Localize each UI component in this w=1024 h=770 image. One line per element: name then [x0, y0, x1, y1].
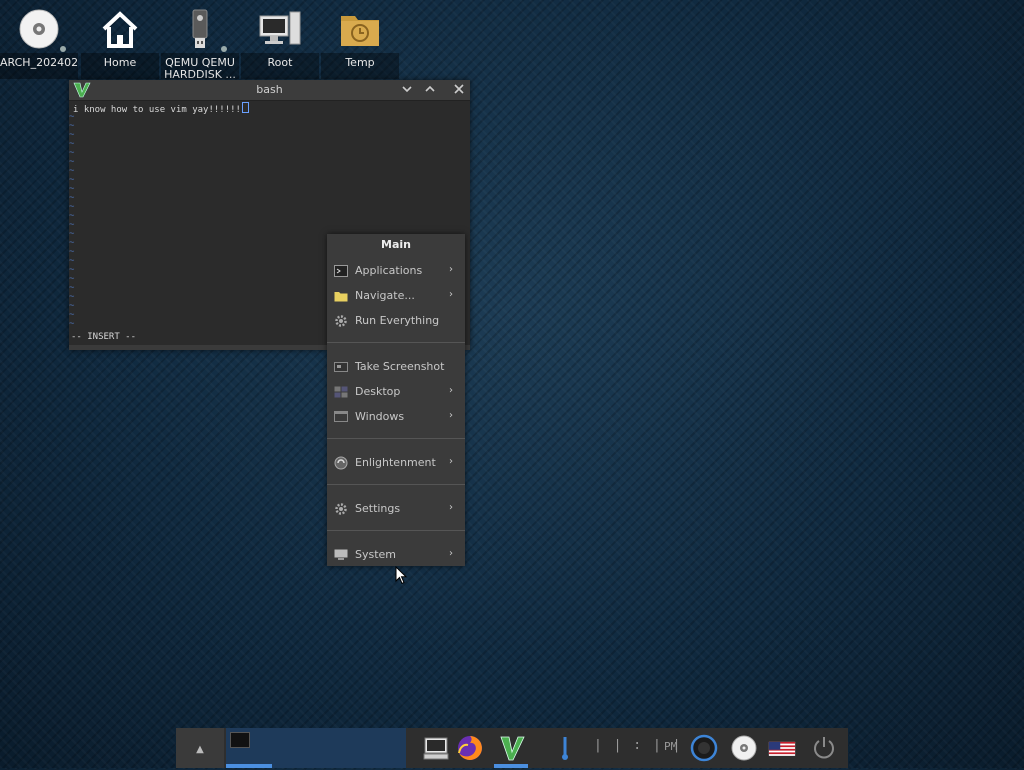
chevron-up-icon: ▲ — [196, 744, 204, 755]
menu-item-applications[interactable]: Applications › — [327, 260, 465, 282]
vim-launcher-icon[interactable] — [498, 734, 526, 762]
us-flag-keyboard-layout-icon[interactable] — [768, 734, 796, 762]
desktop-icon-root[interactable]: Root — [241, 0, 319, 80]
menu-separator — [327, 438, 465, 439]
text-cursor — [241, 102, 249, 113]
screenshot-icon — [334, 362, 348, 372]
window-close-button[interactable] — [451, 82, 467, 98]
menu-item-label: Navigate... — [355, 289, 415, 302]
submenu-arrow-icon: › — [449, 548, 453, 559]
desktop-icon-temp[interactable]: Temp — [321, 0, 399, 80]
menu-item-desktop[interactable]: Desktop › — [327, 381, 465, 403]
menu-item-take-screenshot[interactable]: Take Screenshot — [327, 356, 465, 378]
power-icon[interactable] — [810, 734, 838, 762]
menu-item-label: Take Screenshot — [355, 360, 445, 373]
volume-slider-icon[interactable] — [551, 734, 579, 762]
temp-folder-icon — [341, 16, 379, 46]
desktop-icon-qemu-harddisk[interactable]: QEMU QEMU HARDDISK ... — [161, 0, 239, 80]
desktop-icon-label: Temp — [321, 53, 399, 79]
desktop-icon-label: ARCH_202402 — [0, 53, 78, 79]
desktop-icon-home[interactable]: Home — [81, 0, 159, 80]
menu-item-windows[interactable]: Windows › — [327, 406, 465, 428]
submenu-arrow-icon: › — [449, 264, 453, 275]
terminal-launcher-icon[interactable] — [422, 734, 450, 762]
menu-separator — [327, 484, 465, 485]
menu-item-run-everything[interactable]: Run Everything — [327, 310, 465, 332]
chevron-up-icon — [425, 85, 435, 92]
desktop-icon-label: QEMU QEMU HARDDISK ... — [161, 53, 239, 79]
clock-ampm: PM — [664, 740, 678, 753]
menu-item-label: Enlightenment — [355, 456, 436, 469]
menu-item-label: Run Everything — [355, 314, 440, 327]
menu-item-settings[interactable]: Settings › — [327, 498, 465, 520]
gear-icon — [335, 315, 347, 327]
desktop-icon-label: Root — [241, 53, 319, 79]
desktop-icon — [334, 386, 348, 398]
window-titlebar[interactable]: bash — [69, 80, 470, 101]
vim-text: i know how to use vim yay!!!!!! — [73, 105, 241, 115]
home-icon — [102, 11, 138, 48]
window-dropdown-button[interactable] — [399, 82, 415, 98]
gear-icon — [335, 503, 347, 515]
menu-item-system[interactable]: System › — [327, 544, 465, 566]
menu-item-label: Applications — [355, 264, 423, 277]
vim-text-line: i know how to use vim yay!!!!!! — [73, 102, 249, 115]
main-menu[interactable]: Main Applications › Navigate... › Run Ev… — [327, 234, 465, 566]
enlightenment-icon — [334, 456, 348, 470]
menu-separator — [327, 530, 465, 531]
menu-item-label: System — [355, 548, 397, 561]
active-window-indicator — [226, 764, 272, 768]
chevron-down-icon — [402, 86, 412, 93]
menu-item-label: Windows — [355, 410, 405, 423]
window-thumbnail — [230, 732, 250, 748]
computer-icon — [259, 11, 301, 45]
menu-item-navigate[interactable]: Navigate... › — [327, 285, 465, 307]
windows-icon — [334, 411, 348, 422]
close-icon — [454, 84, 464, 94]
menu-title: Main — [381, 238, 411, 251]
vim-tilde: ~ — [69, 319, 75, 329]
disc-icon[interactable] — [730, 734, 758, 762]
desktop-icon-arch[interactable]: ARCH_202402 — [0, 0, 78, 80]
taskbar: ▲ | | : | | PM — [176, 728, 848, 768]
monitor-icon — [334, 549, 348, 560]
mounted-indicator — [221, 46, 227, 52]
desktop-icon-label: Home — [81, 53, 159, 79]
submenu-arrow-icon: › — [449, 289, 453, 300]
disc-icon — [19, 9, 59, 49]
taskbar-menu-button[interactable]: ▲ — [176, 728, 224, 768]
menu-separator — [327, 342, 465, 343]
submenu-arrow-icon: › — [449, 385, 453, 396]
mouse-pointer-icon — [395, 566, 408, 585]
record-icon[interactable] — [690, 734, 718, 762]
menu-item-enlightenment[interactable]: Enlightenment › — [327, 452, 465, 474]
submenu-arrow-icon: › — [449, 456, 453, 467]
window-maximize-button[interactable] — [422, 82, 438, 98]
mounted-indicator — [60, 46, 66, 52]
submenu-arrow-icon: › — [449, 502, 453, 513]
submenu-arrow-icon: › — [449, 410, 453, 421]
terminal-icon — [334, 265, 348, 277]
active-app-indicator — [494, 764, 528, 768]
firefox-icon[interactable] — [456, 734, 484, 762]
usb-drive-icon — [192, 9, 208, 48]
menu-item-label: Desktop — [355, 385, 401, 398]
vim-mode-indicator: -- INSERT -- — [71, 332, 137, 342]
taskbar-window-bash[interactable] — [226, 728, 406, 768]
folder-icon — [334, 292, 348, 302]
menu-item-label: Settings — [355, 502, 401, 515]
